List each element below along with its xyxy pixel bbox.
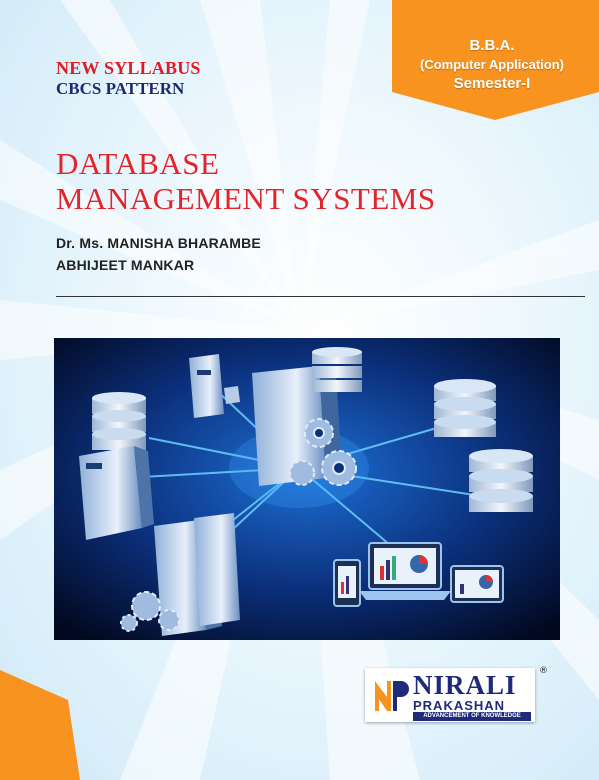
publisher-name: NIRALI [413,670,517,700]
database-cylinder-right-1 [434,379,496,437]
title-line-1: DATABASE [56,146,220,181]
badge-program: (Computer Application) [420,57,564,72]
book-title: DATABASE MANAGEMENT SYSTEMS [56,146,436,216]
tablet-device [450,565,504,603]
database-cylinder-top [312,347,362,392]
badge-course: B.B.A. [469,37,515,54]
phone-device [333,559,361,607]
author-2: ABHIJEET MANKAR [56,257,195,273]
registered-mark: ® [539,666,548,676]
server-left [79,446,154,540]
syllabus-label: NEW SYLLABUS [56,58,201,78]
title-line-2: MANAGEMENT SYSTEMS [56,181,436,216]
publisher-logo: NIRALI PRAKASHAN ADVANCEMENT OF KNOWLEDG… [365,668,535,722]
publisher-sub: PRAKASHAN [413,698,506,713]
book-cover: B.B.A. (Computer Application) Semester-I… [0,0,599,780]
database-cylinder-left [92,392,146,450]
author-1: Dr. Ms. MANISHA BHARAMBE [56,235,261,251]
database-network-illustration [54,338,560,640]
divider-line [56,296,585,297]
pattern-label: CBCS PATTERN [56,79,185,98]
laptop-dashboard [359,542,451,600]
publisher-emblem-icon [375,681,409,711]
orange-corner-shape [0,670,80,780]
database-cylinder-right-2 [469,449,533,512]
badge-semester: Semester-I [453,75,531,92]
badge-text: B.B.A. (Computer Application) Semester-I [392,36,592,93]
publisher-tagline: ADVANCEMENT OF KNOWLEDGE [413,712,531,721]
